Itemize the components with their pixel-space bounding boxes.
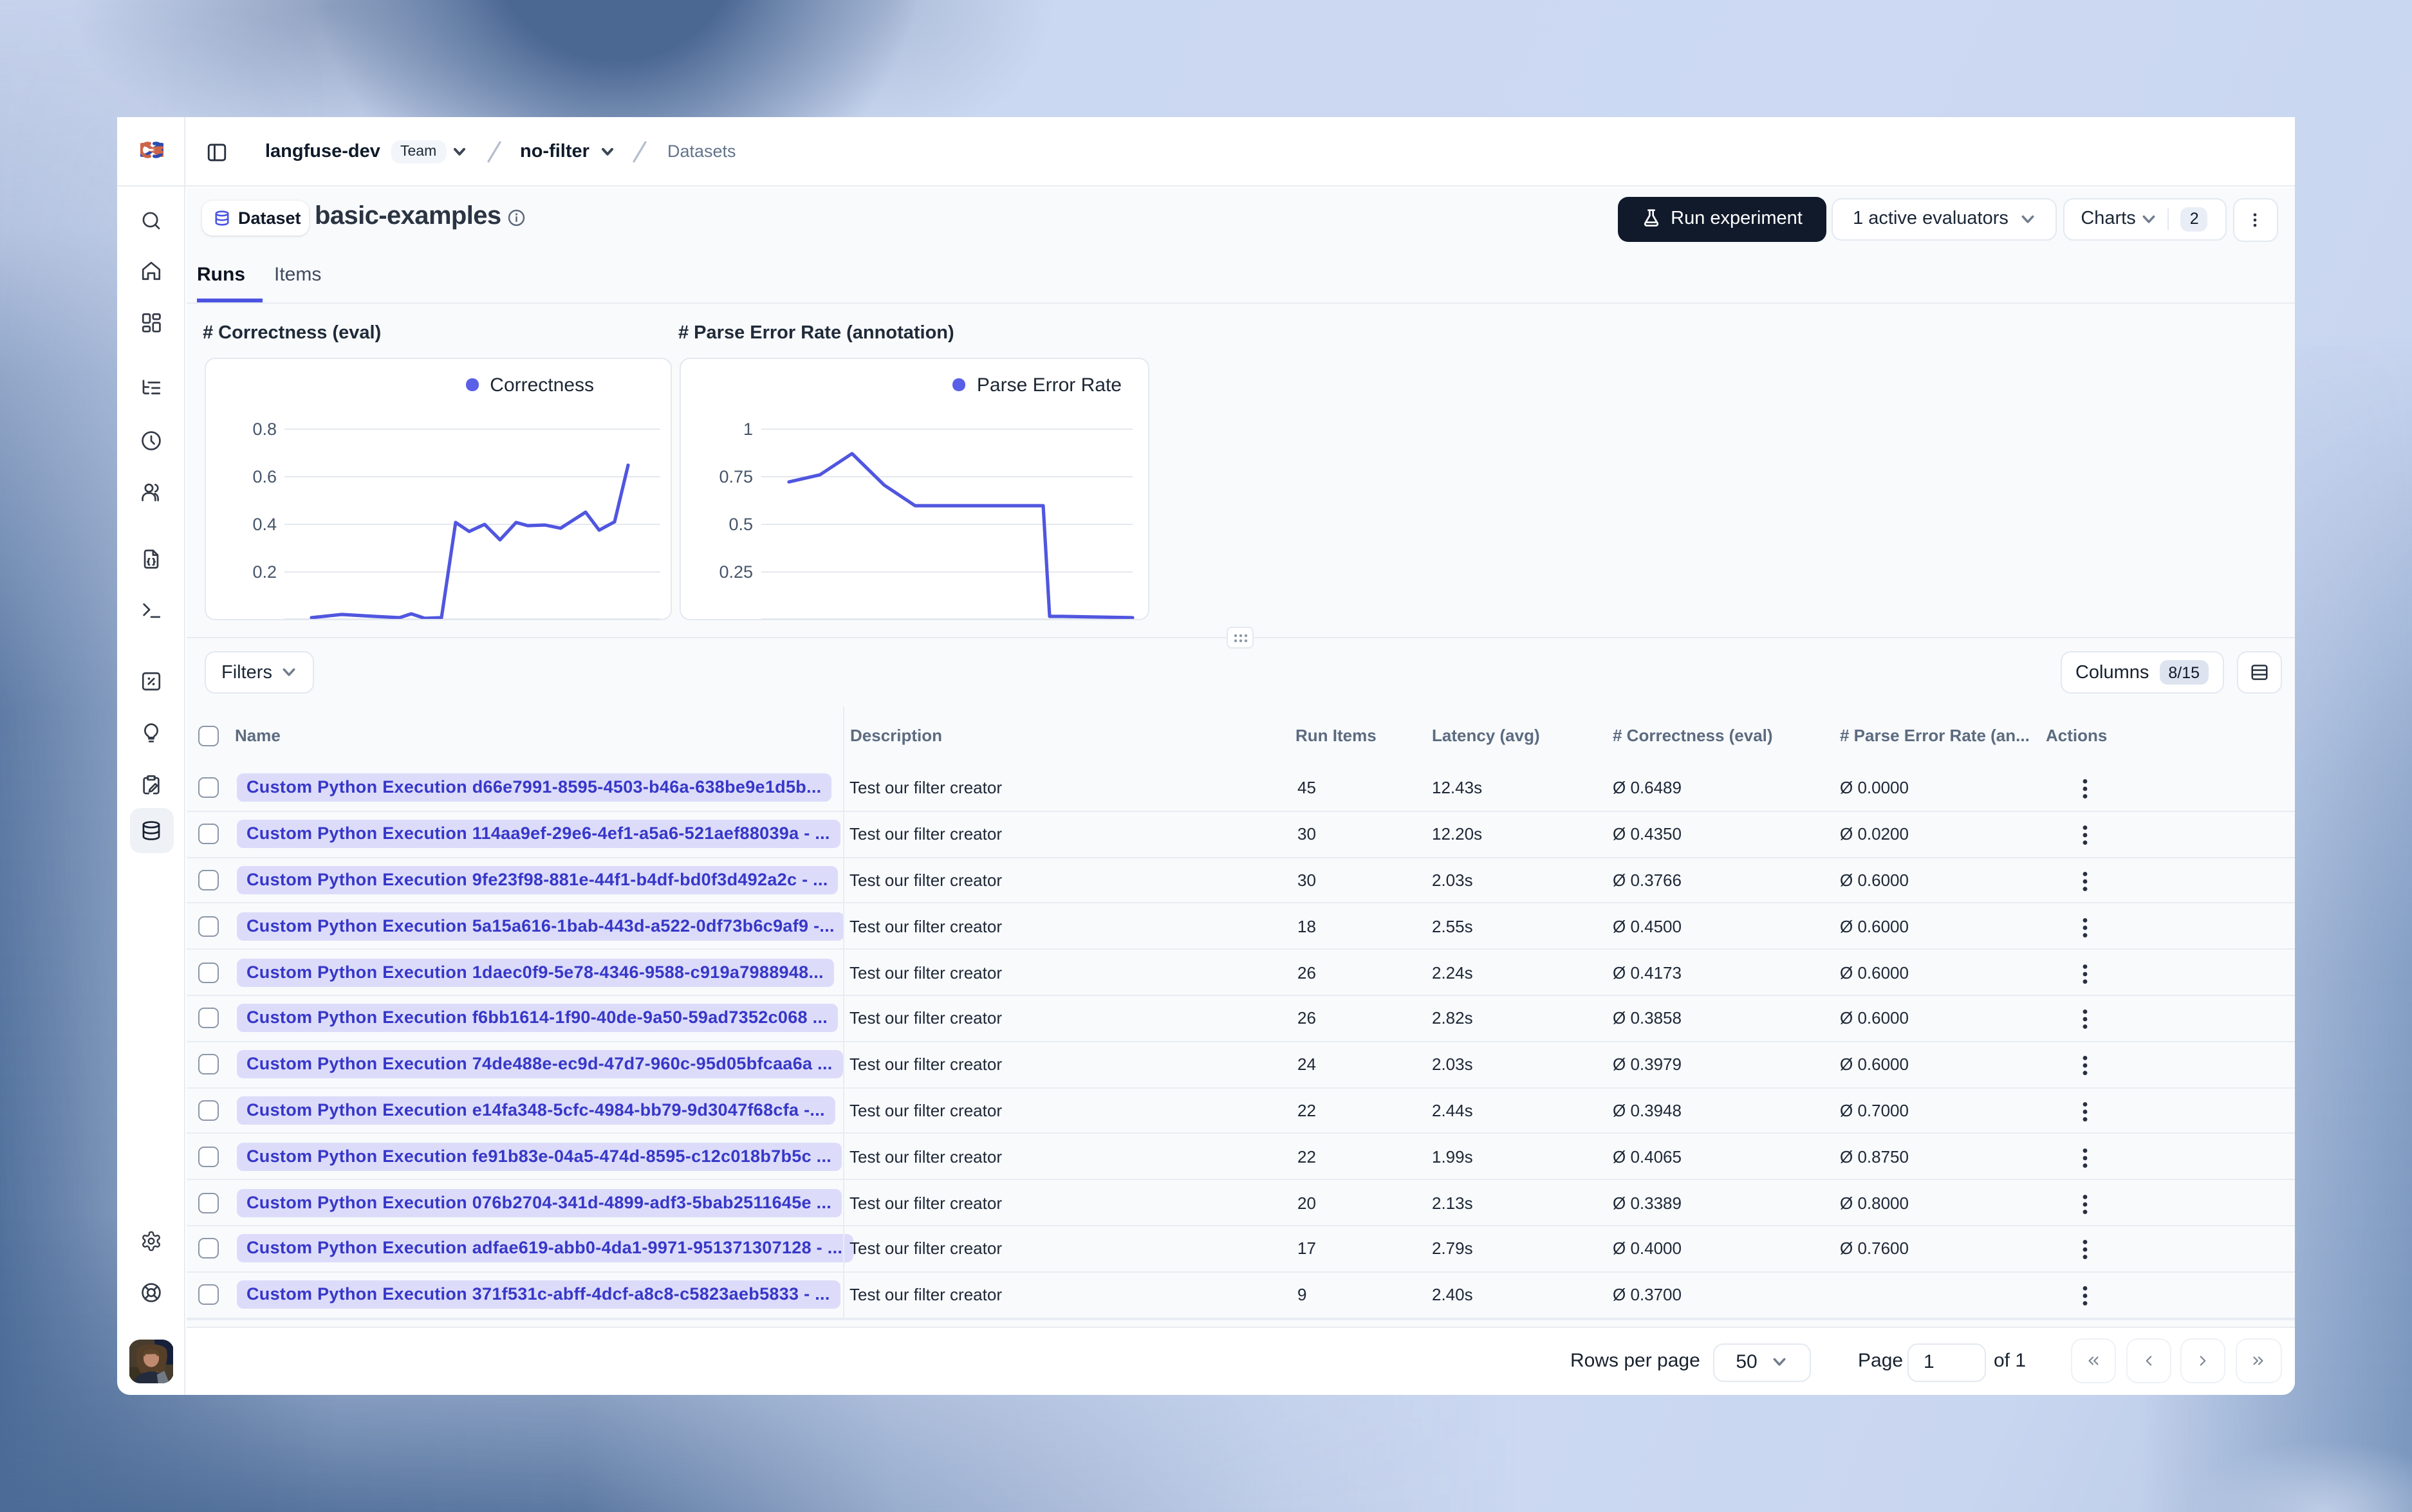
svg-text:0.4: 0.4 (252, 514, 276, 533)
svg-text:1: 1 (743, 419, 753, 438)
svg-text:0.25: 0.25 (719, 562, 753, 581)
svg-text:0.2: 0.2 (252, 562, 276, 581)
svg-text:0.8: 0.8 (252, 419, 276, 438)
svg-text:0.75: 0.75 (719, 466, 753, 486)
svg-text:0.5: 0.5 (728, 514, 753, 533)
svg-text:0.6: 0.6 (252, 466, 276, 486)
